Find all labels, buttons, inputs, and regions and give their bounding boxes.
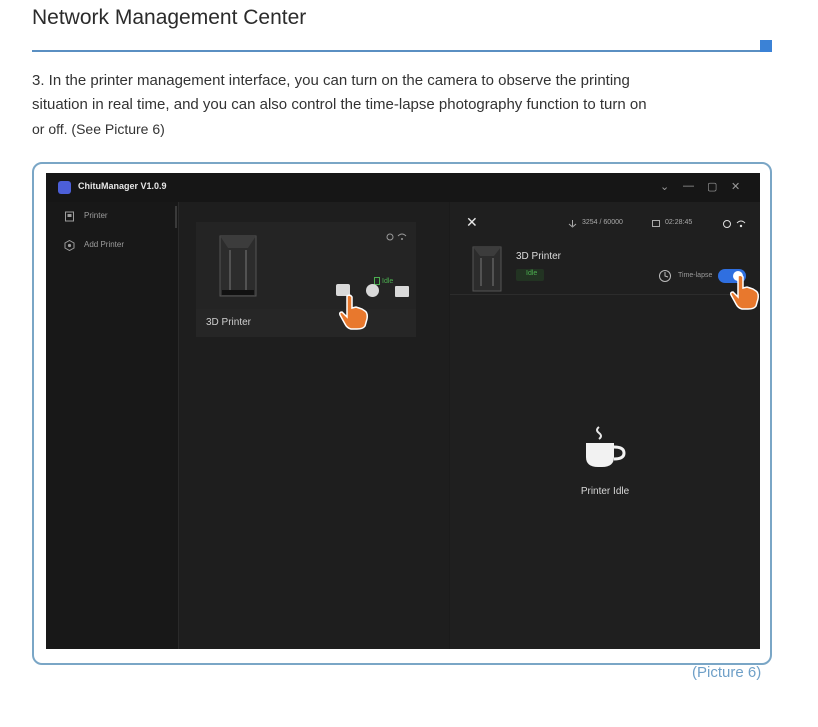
sidebar-item-label: Add Printer xyxy=(84,240,125,249)
sidebar: Printer Add Printer xyxy=(46,202,179,649)
sidebar-item-add-printer[interactable]: Add Printer xyxy=(46,233,178,259)
picture-caption: (Picture 6) xyxy=(692,664,762,681)
collapse-icon[interactable]: ⌄ xyxy=(660,180,669,193)
printer-name: 3D Printer xyxy=(206,317,252,328)
detail-status: Idle xyxy=(526,270,538,277)
paragraph-line: or off. (See Picture 6) xyxy=(32,121,165,137)
timelapse-label: Time-lapse xyxy=(678,272,713,279)
printer-list-pane: Idle 3D Printer xyxy=(179,202,449,649)
app-name: ChituManager V1.0.9 xyxy=(78,181,167,191)
camera-wifi-icon xyxy=(386,233,407,241)
hand-pointer-icon xyxy=(339,294,368,330)
divider-accent-square xyxy=(760,40,772,52)
printer-thumbnail xyxy=(219,235,257,297)
page-title: Network Management Center xyxy=(32,6,307,29)
timer-icon xyxy=(652,220,660,227)
instruction-paragraph: 3. In the printer management interface, … xyxy=(32,69,712,141)
status-badge: Idle xyxy=(382,278,394,285)
title-divider xyxy=(32,50,760,52)
minimize-icon[interactable]: — xyxy=(683,180,694,192)
printer-detail-panel: ✕ 3254 / 60000 02:28:45 3D Printer Idle xyxy=(450,202,760,649)
timelapse-icon xyxy=(659,270,671,282)
app-logo-icon xyxy=(58,181,71,194)
hexagon-icon xyxy=(64,240,75,251)
layers-icon xyxy=(568,220,577,228)
sidebar-item-printer[interactable]: Printer xyxy=(46,204,178,230)
folder-icon[interactable] xyxy=(395,286,409,297)
printer-card[interactable]: Idle 3D Printer xyxy=(196,222,416,337)
close-icon[interactable]: ✕ xyxy=(466,214,478,231)
elapsed-time: 02:28:45 xyxy=(665,219,693,226)
idle-message: Printer Idle xyxy=(580,486,630,497)
active-indicator xyxy=(175,206,177,228)
printer-thumbnail xyxy=(472,246,502,292)
title-bar: ChituManager V1.0.9 ⌄ — ▢ ✕ xyxy=(46,173,760,202)
detail-printer-name: 3D Printer xyxy=(516,251,562,262)
chitumanager-window: ChituManager V1.0.9 ⌄ — ▢ ✕ Printer Add … xyxy=(46,173,760,649)
printer-icon xyxy=(65,211,74,222)
layer-counter: 3254 / 60000 xyxy=(582,219,623,226)
close-window-icon[interactable]: ✕ xyxy=(731,180,740,193)
hand-pointer-icon xyxy=(730,274,759,310)
camera-wifi-icon xyxy=(723,220,746,228)
paragraph-line: 3. In the printer management interface, … xyxy=(32,72,630,89)
sidebar-item-label: Printer xyxy=(84,211,108,220)
coffee-cup-icon xyxy=(586,426,626,467)
paragraph-line: situation in real time, and you can also… xyxy=(32,96,647,113)
maximize-icon[interactable]: ▢ xyxy=(707,180,717,193)
detail-header: ✕ 3254 / 60000 02:28:45 3D Printer Idle xyxy=(450,202,760,310)
